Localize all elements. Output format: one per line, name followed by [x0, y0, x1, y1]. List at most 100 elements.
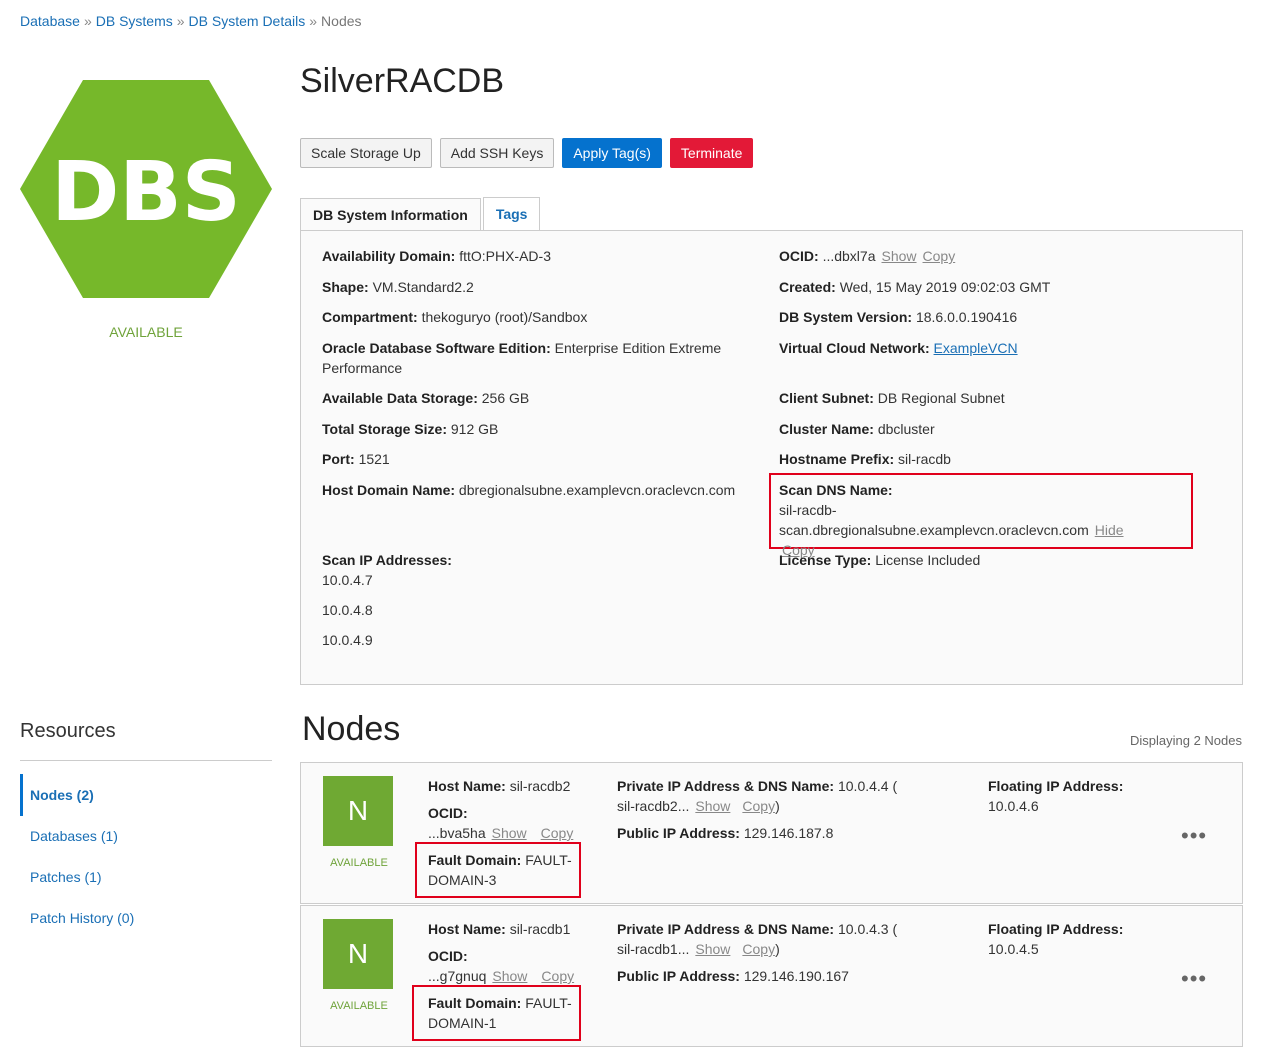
shape-label: Shape: — [322, 279, 369, 295]
node-ocid-show-link[interactable]: Show — [492, 825, 527, 841]
scan-dns-hide-link[interactable]: Hide — [1095, 522, 1124, 538]
ocid-label: OCID: — [779, 248, 819, 264]
private-ip-label: Private IP Address & DNS Name: — [617, 921, 835, 937]
node-status: AVAILABLE — [330, 857, 388, 869]
software-edition-label: Oracle Database Software Edition: — [322, 340, 551, 356]
node-host-name: Host Name: sil-racdb2 — [428, 776, 570, 796]
dns-copy-link[interactable]: Copy — [742, 941, 775, 957]
dns-show-link[interactable]: Show — [695, 798, 730, 814]
node-fault-domain: Fault Domain: FAULT- DOMAIN-3 — [428, 850, 573, 890]
host-domain-name-label: Host Domain Name: — [322, 482, 456, 498]
db-system-version: DB System Version: 18.6.0.0.190416 — [779, 307, 1017, 327]
floating-ip-value: 10.0.4.5 — [988, 941, 1039, 957]
node-ocid-copy-link[interactable]: Copy — [541, 968, 574, 984]
breadcrumb-db-system-details[interactable]: DB System Details — [189, 13, 306, 29]
private-ip-value: 10.0.4.3 — [837, 921, 889, 937]
hostname-prefix-value: sil-racdb — [898, 451, 951, 467]
more-actions-icon[interactable]: ••• — [1181, 823, 1207, 849]
dbs-hexagon-icon: DBS — [20, 80, 272, 298]
compartment-label: Compartment: — [322, 309, 418, 325]
breadcrumb-current: Nodes — [321, 13, 362, 29]
cluster-name-value: dbcluster — [877, 421, 935, 437]
total-storage-size: Total Storage Size: 912 GB — [322, 419, 498, 439]
resources-databases[interactable]: Databases (1) — [30, 828, 118, 844]
ocid-copy-link[interactable]: Copy — [923, 248, 956, 264]
node-ocid: OCID: ...bva5ha Show Copy — [428, 803, 573, 843]
nodes-count: Displaying 2 Nodes — [1129, 733, 1242, 748]
license-type: License Type: License Included — [779, 550, 980, 570]
vcn-link[interactable]: ExampleVCN — [934, 340, 1018, 356]
node-ocid-show-link[interactable]: Show — [492, 968, 527, 984]
public-ip-label: Public IP Address: — [617, 968, 740, 984]
scan-ip-addresses-label: Scan IP Addresses: — [322, 552, 452, 568]
tab-db-system-information[interactable]: DB System Information — [300, 198, 481, 232]
node-fault-domain: Fault Domain: FAULT- DOMAIN-1 — [428, 993, 573, 1033]
ocid-value: ...dbxl7a — [822, 248, 876, 264]
node-private-ip: Private IP Address & DNS Name: 10.0.4.3 … — [617, 919, 897, 959]
breadcrumb-db-systems[interactable]: DB Systems — [96, 13, 173, 29]
virtual-cloud-network: Virtual Cloud Network: ExampleVCN — [779, 338, 1018, 358]
public-ip-value: 129.146.190.167 — [743, 968, 849, 984]
private-ip-value: 10.0.4.4 — [837, 778, 889, 794]
availability-domain: Availability Domain: fttO:PHX-AD-3 — [322, 246, 551, 266]
apply-tags-button[interactable]: Apply Tag(s) — [562, 138, 662, 168]
availability-domain-value: fttO:PHX-AD-3 — [459, 248, 551, 264]
breadcrumb-separator: » — [309, 13, 318, 29]
created: Created: Wed, 15 May 2019 09:02:03 GMT — [779, 277, 1050, 297]
cluster-name-label: Cluster Name: — [779, 421, 874, 437]
port-value: 1521 — [358, 451, 390, 467]
created-label: Created: — [779, 279, 836, 295]
host-domain-name: Host Domain Name: dbregionalsubne.exampl… — [322, 480, 735, 500]
resources-patches[interactable]: Patches (1) — [30, 869, 102, 885]
available-data-storage: Available Data Storage: 256 GB — [322, 388, 529, 408]
dns-name-value: sil-racdb1... — [617, 941, 690, 957]
breadcrumb-separator: » — [83, 13, 92, 29]
host-name-label: Host Name: — [428, 921, 506, 937]
terminate-button[interactable]: Terminate — [669, 138, 754, 168]
host-name-value[interactable]: sil-racdb2 — [510, 778, 571, 794]
software-edition-value: Enterprise Edition Extreme — [554, 340, 722, 356]
client-subnet-value: DB Regional Subnet — [877, 390, 1005, 406]
fault-domain-value: FAULT- — [525, 852, 572, 868]
private-ip-label: Private IP Address & DNS Name: — [617, 778, 835, 794]
node-ocid-copy-link[interactable]: Copy — [541, 825, 574, 841]
node-ocid-label: OCID: — [428, 948, 468, 964]
dns-copy-link[interactable]: Copy — [742, 798, 775, 814]
more-actions-icon[interactable]: ••• — [1181, 966, 1207, 992]
ocid-show-link[interactable]: Show — [882, 248, 917, 264]
software-edition: Oracle Database Software Edition: Enterp… — [322, 338, 742, 378]
host-name-label: Host Name: — [428, 778, 506, 794]
created-value: Wed, 15 May 2019 09:02:03 GMT — [839, 279, 1051, 295]
scale-storage-up-button[interactable]: Scale Storage Up — [300, 138, 432, 168]
node-status: AVAILABLE — [330, 1000, 388, 1012]
resources-nodes[interactable]: Nodes (2) — [30, 787, 94, 803]
host-name-value[interactable]: sil-racdb1 — [510, 921, 571, 937]
public-ip-value: 129.146.187.8 — [743, 825, 834, 841]
port: Port: 1521 — [322, 449, 390, 469]
resources-patch-history[interactable]: Patch History (0) — [30, 910, 134, 926]
node-ocid-value: ...bva5ha — [428, 825, 486, 841]
license-type-value: License Included — [875, 552, 981, 568]
add-ssh-keys-button[interactable]: Add SSH Keys — [439, 138, 555, 168]
fault-domain-label: Fault Domain: — [428, 852, 522, 868]
scan-ip-2: 10.0.4.8 — [322, 602, 373, 618]
tab-tags[interactable]: Tags — [482, 197, 541, 231]
host-domain-name-value: dbregionalsubne.examplevcn.oraclevcn.com — [458, 482, 736, 498]
dns-show-link[interactable]: Show — [695, 941, 730, 957]
node-floating-ip: Floating IP Address: 10.0.4.5 — [988, 919, 1123, 959]
resources-title: Resources — [20, 720, 116, 742]
node-public-ip: Public IP Address: 129.146.187.8 — [617, 823, 833, 843]
node-icon[interactable]: N — [323, 919, 393, 989]
client-subnet: Client Subnet: DB Regional Subnet — [779, 388, 1005, 408]
paren-open: ( — [892, 921, 898, 937]
node-floating-ip: Floating IP Address: 10.0.4.6 — [988, 776, 1123, 816]
node-private-ip: Private IP Address & DNS Name: 10.0.4.4 … — [617, 776, 897, 816]
shape: Shape: VM.Standard2.2 — [322, 277, 474, 297]
shape-value: VM.Standard2.2 — [372, 279, 474, 295]
breadcrumb-database[interactable]: Database — [20, 13, 80, 29]
node-icon[interactable]: N — [323, 776, 393, 846]
node-ocid: OCID: ...g7gnuq Show Copy — [428, 946, 574, 986]
floating-ip-label: Floating IP Address: — [988, 778, 1124, 794]
total-storage-size-value: 912 GB — [450, 421, 499, 437]
total-storage-size-label: Total Storage Size: — [322, 421, 447, 437]
